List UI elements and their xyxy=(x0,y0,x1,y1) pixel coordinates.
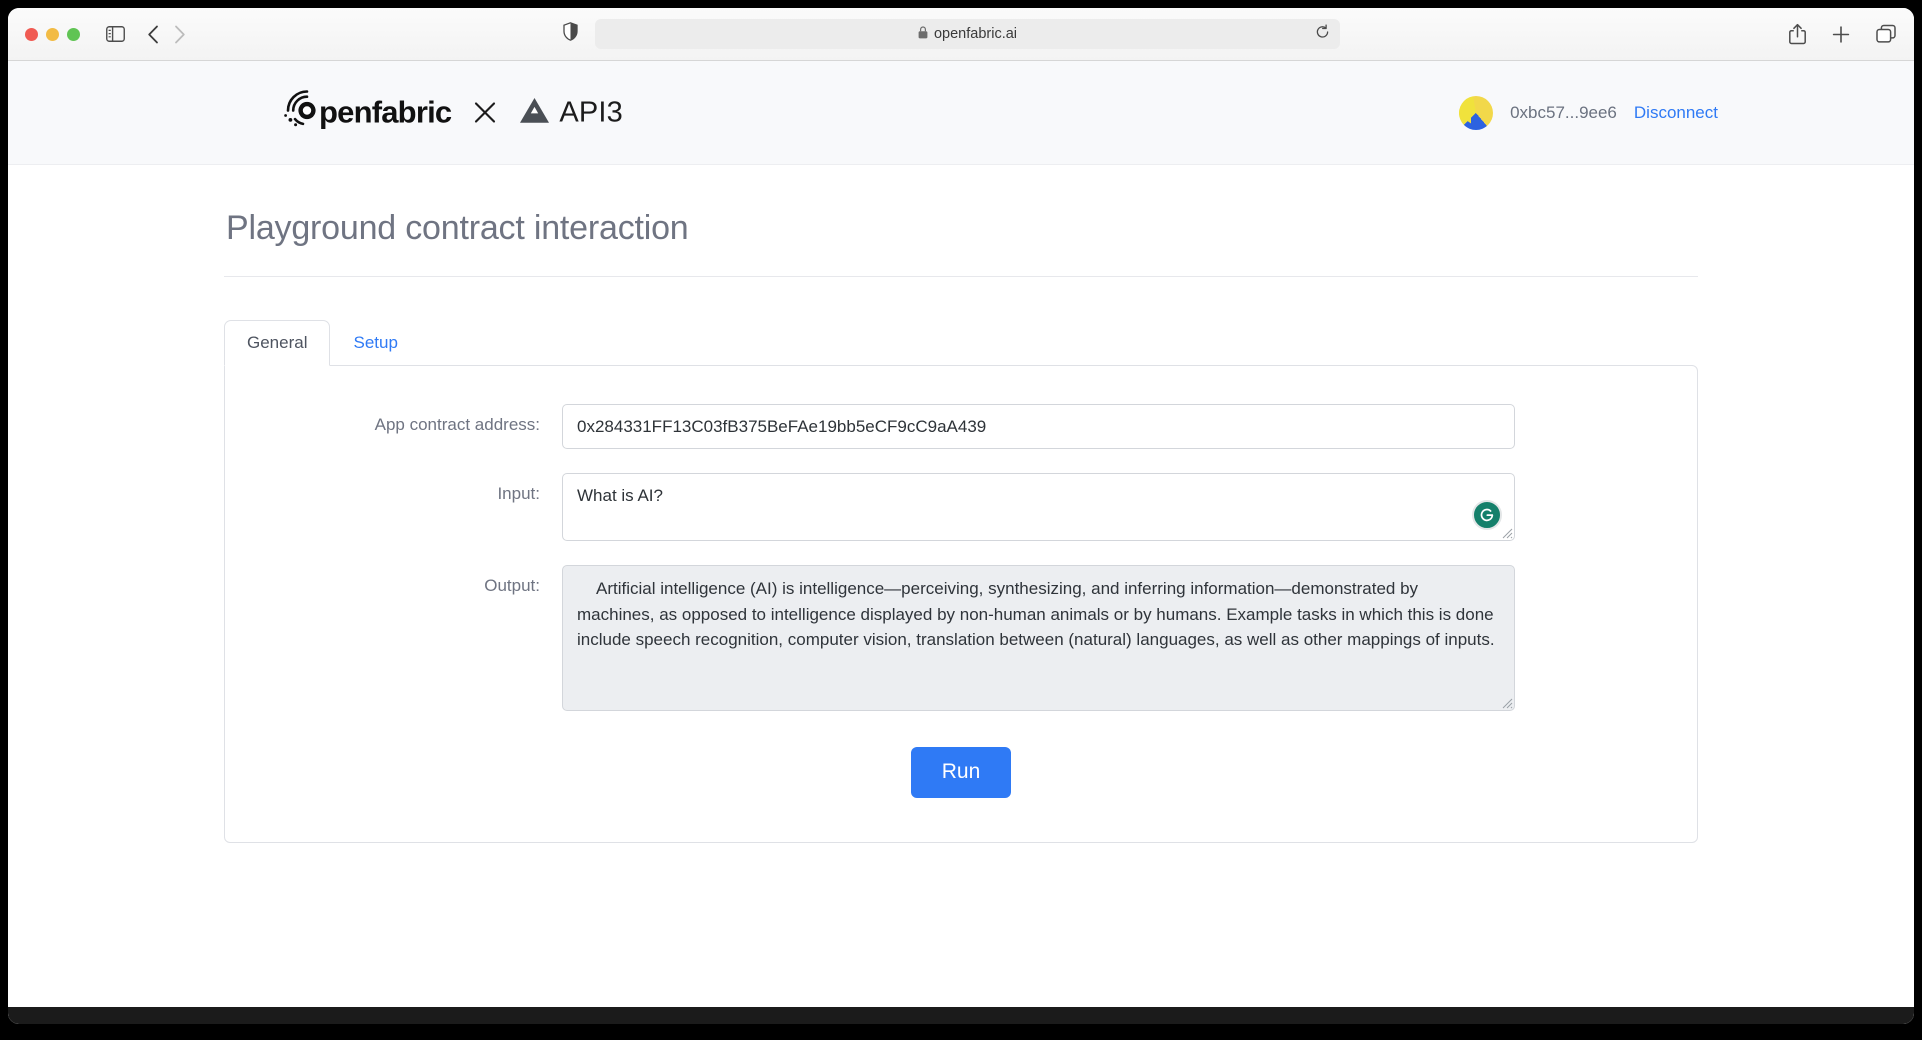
input-field-wrap xyxy=(562,473,1515,542)
close-window-button[interactable] xyxy=(25,27,38,41)
address-field-wrap xyxy=(562,404,1515,450)
share-icon[interactable] xyxy=(1789,23,1806,45)
api3-logo[interactable]: API3 xyxy=(519,96,623,129)
openfabric-logo[interactable]: penfabric xyxy=(283,89,452,136)
tab-list: General Setup xyxy=(224,319,1698,367)
address-label: App contract address: xyxy=(374,415,540,435)
url-display: openfabric.ai xyxy=(918,25,1018,43)
disconnect-button[interactable]: Disconnect xyxy=(1634,103,1718,123)
output-label: Output: xyxy=(484,576,540,596)
maximize-window-button[interactable] xyxy=(67,27,80,41)
tab-overview-icon[interactable] xyxy=(1876,24,1896,44)
output-textarea[interactable] xyxy=(562,565,1515,712)
tab-setup[interactable]: Setup xyxy=(330,320,420,366)
input-textarea[interactable] xyxy=(562,473,1515,542)
form-row-input: Input: xyxy=(225,473,1697,542)
page-title: Playground contract interaction xyxy=(226,209,689,247)
api3-wordmark: API3 xyxy=(559,96,624,128)
site-header: penfabric API3 0xbc57...9ee6 Disconnect xyxy=(8,61,1914,165)
wallet-address: 0xbc57...9ee6 xyxy=(1510,102,1617,122)
sidebar-toggle-icon[interactable] xyxy=(106,26,125,42)
brand-group: penfabric API3 xyxy=(283,89,623,136)
browser-toolbar: openfabric.ai xyxy=(8,8,1914,61)
lock-icon xyxy=(918,25,928,43)
tab-general[interactable]: General xyxy=(224,320,331,367)
bottom-strip xyxy=(8,1007,1914,1024)
page-viewport: penfabric API3 0xbc57...9ee6 Disconnect … xyxy=(8,61,1914,1024)
toolbar-right-actions xyxy=(1789,23,1896,45)
app-contract-address-input[interactable] xyxy=(562,404,1515,450)
wallet-group: 0xbc57...9ee6 Disconnect xyxy=(1459,95,1718,130)
form-row-address: App contract address: xyxy=(225,404,1697,450)
form-row-output: Output: xyxy=(225,565,1697,712)
address-bar[interactable]: openfabric.ai xyxy=(595,19,1340,49)
run-button[interactable]: Run xyxy=(910,747,1012,798)
minimize-window-button[interactable] xyxy=(46,27,59,41)
browser-window: openfabric.ai penfabric API3 0xbc57...9e… xyxy=(8,8,1914,1024)
api3-triangle-icon xyxy=(519,96,550,129)
openfabric-wordmark: penfabric xyxy=(319,94,452,130)
run-row: Run xyxy=(225,747,1697,798)
input-label: Input: xyxy=(497,484,540,504)
main-content: Playground contract interaction General … xyxy=(8,165,1914,843)
reload-icon[interactable] xyxy=(1315,24,1330,44)
avatar xyxy=(1459,95,1494,130)
brand-separator-x-icon xyxy=(473,101,497,125)
privacy-shield-icon[interactable] xyxy=(563,22,578,46)
content-wrapper: Playground contract interaction xyxy=(224,165,1698,277)
title-divider xyxy=(224,276,1698,277)
tab-panel-general: App contract address: Input: xyxy=(224,365,1698,843)
new-tab-icon[interactable] xyxy=(1832,25,1850,43)
output-field-wrap xyxy=(562,565,1515,712)
window-controls xyxy=(25,27,80,41)
back-icon[interactable] xyxy=(147,25,159,44)
forward-icon[interactable] xyxy=(174,25,186,44)
tabs-area: General Setup App contract address: Inpu… xyxy=(224,319,1698,843)
url-text: openfabric.ai xyxy=(933,26,1018,42)
